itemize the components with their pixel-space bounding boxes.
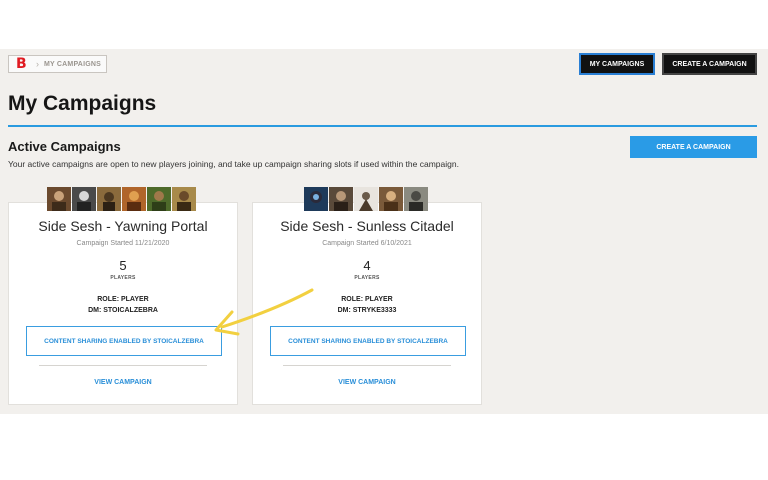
- page-background: B › MY CAMPAIGNS MY CAMPAIGNS CREATE A C…: [0, 49, 768, 414]
- campaign-card: Side Sesh - Sunless Citadel Campaign Sta…: [252, 202, 482, 405]
- player-avatar[interactable]: [304, 187, 328, 211]
- view-campaign-link[interactable]: VIEW CAMPAIGN: [9, 379, 237, 386]
- content-sharing-button[interactable]: CONTENT SHARING ENABLED BY STOICALZEBRA: [270, 326, 466, 356]
- card-divider: [39, 365, 207, 366]
- player-count: 4: [363, 258, 371, 273]
- role-label: ROLE: PLAYER: [97, 296, 149, 303]
- create-campaign-top-button[interactable]: CREATE A CAMPAIGN: [662, 53, 757, 75]
- player-avatar[interactable]: [97, 187, 121, 211]
- view-campaign-link[interactable]: VIEW CAMPAIGN: [253, 379, 481, 386]
- player-avatar[interactable]: [404, 187, 428, 211]
- dm-label: DM: STRYKE3333: [337, 307, 397, 314]
- player-avatar[interactable]: [147, 187, 171, 211]
- campaign-started-date: Campaign Started 6/10/2021: [322, 240, 412, 247]
- player-avatar[interactable]: [47, 187, 71, 211]
- dm-label: DM: STOICALZEBRA: [88, 307, 158, 314]
- players-label: PLAYERS: [354, 275, 380, 281]
- create-campaign-button[interactable]: CREATE A CAMPAIGN: [630, 136, 757, 158]
- breadcrumb: B › MY CAMPAIGNS: [8, 55, 107, 73]
- player-avatar[interactable]: [329, 187, 353, 211]
- players-label: PLAYERS: [110, 275, 136, 281]
- dndbeyond-logo-icon[interactable]: B: [16, 57, 32, 71]
- role-label: ROLE: PLAYER: [341, 296, 393, 303]
- player-avatar[interactable]: [172, 187, 196, 211]
- player-avatars: [304, 187, 428, 211]
- page-title: My Campaigns: [8, 92, 157, 115]
- breadcrumb-current[interactable]: MY CAMPAIGNS: [44, 61, 101, 68]
- campaign-card: Side Sesh - Yawning Portal Campaign Star…: [8, 202, 238, 405]
- campaign-started-date: Campaign Started 11/21/2020: [76, 240, 170, 247]
- campaign-name[interactable]: Side Sesh - Yawning Portal: [9, 218, 237, 234]
- section-title: Active Campaigns: [8, 139, 121, 154]
- player-avatar[interactable]: [379, 187, 403, 211]
- player-avatars: [47, 187, 196, 211]
- player-avatar[interactable]: [354, 187, 378, 211]
- card-divider: [283, 365, 451, 366]
- content-sharing-button[interactable]: CONTENT SHARING ENABLED BY STOICALZEBRA: [26, 326, 222, 356]
- section-description: Your active campaigns are open to new pl…: [8, 159, 459, 169]
- player-avatar[interactable]: [122, 187, 146, 211]
- title-divider: [8, 125, 757, 127]
- chevron-right-icon: ›: [36, 59, 39, 69]
- my-campaigns-button[interactable]: MY CAMPAIGNS: [579, 53, 655, 75]
- player-avatar[interactable]: [72, 187, 96, 211]
- player-count: 5: [119, 258, 127, 273]
- campaign-name[interactable]: Side Sesh - Sunless Citadel: [253, 218, 481, 234]
